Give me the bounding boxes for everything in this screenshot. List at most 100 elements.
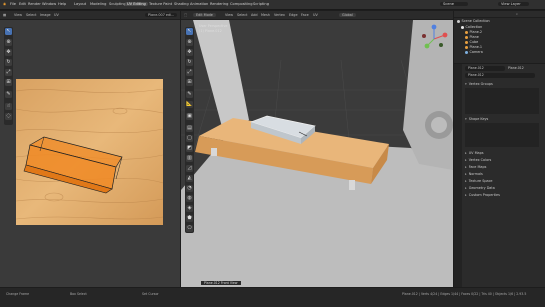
- panel-uv-maps[interactable]: ▸ UV Maps: [465, 150, 484, 156]
- outliner-header: ⌕: [454, 11, 545, 18]
- properties-data-field[interactable]: Plane.012: [508, 66, 542, 71]
- tab-uv-editing[interactable]: UV Editing: [125, 2, 148, 6]
- menu-render[interactable]: Render: [28, 2, 41, 6]
- transform-tool-icon[interactable]: ⊞: [186, 79, 193, 86]
- extrude-tool-icon[interactable]: ▤: [186, 125, 193, 132]
- uv-image-canvas[interactable]: [16, 79, 163, 225]
- scale-tool-icon[interactable]: ⤢: [5, 69, 12, 76]
- menu-file[interactable]: File: [10, 2, 16, 6]
- panel-texture-space[interactable]: ▸ Texture Space: [465, 178, 493, 184]
- menu-help[interactable]: Help: [58, 2, 66, 6]
- viewport-footer-label: Plane.012 Front View: [201, 281, 241, 285]
- loop-cut-tool-icon[interactable]: ▥: [186, 155, 193, 162]
- edge-slide-tool-icon[interactable]: ◈: [186, 205, 193, 212]
- annotate-tool-icon[interactable]: ✎: [186, 91, 193, 98]
- transform-orientation-selector[interactable]: Global: [339, 13, 356, 17]
- status-set-cursor: Set Cursor: [142, 292, 159, 296]
- uv-menu-image[interactable]: Image: [40, 13, 51, 17]
- select-box-tool-icon[interactable]: ↖: [186, 28, 193, 35]
- select-tool-icon[interactable]: ↖: [5, 28, 12, 35]
- navigation-gizmo[interactable]: [419, 24, 449, 54]
- panel-custom-properties[interactable]: ▸ Custom Properties: [465, 192, 500, 198]
- uv-editor: ▦ View Select Image UV Plane.007 edi... …: [0, 11, 180, 287]
- uv-editor-type-icon[interactable]: ▦: [3, 13, 6, 17]
- vp-menu-view[interactable]: View: [225, 13, 233, 17]
- properties-editor: Plane.012 Plane.012 Plane.012 ▾ Vertex Gr…: [454, 64, 545, 287]
- vp-menu-face[interactable]: Face: [301, 13, 309, 17]
- outliner-scene-collection[interactable]: Scene Collection: [457, 19, 545, 24]
- view-layer-selector[interactable]: View Layer: [498, 2, 529, 6]
- shrink-tool-icon[interactable]: ⬟: [186, 215, 193, 222]
- scene-selector[interactable]: Scene: [440, 2, 468, 6]
- vp-menu-vertex[interactable]: Vertex: [274, 13, 285, 17]
- panel-vertex-colors[interactable]: ▸ Vertex Colors: [465, 157, 491, 163]
- smooth-tool-icon[interactable]: ◍: [186, 195, 193, 202]
- properties-object-field[interactable]: Plane.012: [465, 66, 505, 71]
- properties-tab-column: [454, 64, 462, 287]
- viewport-overlay-title: User Perspective: [199, 24, 228, 28]
- panel-face-maps[interactable]: ▸ Face Maps: [465, 164, 486, 170]
- status-box-select: Box Select: [70, 292, 87, 296]
- tab-animation[interactable]: Animation: [188, 2, 210, 6]
- cursor-tool-icon[interactable]: ⊕: [186, 39, 193, 46]
- outliner-row[interactable]: Camera: [465, 50, 545, 55]
- uv-menu-view[interactable]: View: [14, 13, 22, 17]
- rotate-tool-icon[interactable]: ↻: [5, 59, 12, 66]
- scale-tool-icon[interactable]: ⤢: [186, 69, 193, 76]
- top-bar: ◉ File Edit Render Window Help Layout Mo…: [0, 0, 545, 10]
- bevel-tool-icon[interactable]: ◩: [186, 145, 193, 152]
- tab-rendering[interactable]: Rendering: [208, 2, 230, 6]
- blender-logo-icon[interactable]: ◉: [3, 2, 6, 6]
- measure-tool-icon[interactable]: 📐: [186, 101, 193, 108]
- panel-geometry-data[interactable]: ▸ Geometry Data: [465, 185, 495, 191]
- annotate-tool-icon[interactable]: ✎: [5, 91, 12, 98]
- vp-menu-select[interactable]: Select: [237, 13, 247, 17]
- viewport-scene: [181, 20, 453, 287]
- tab-layout[interactable]: Layout: [72, 2, 88, 6]
- viewport-toolbar: ↖ ⊕ ✥ ↻ ⤢ ⊞ ✎ 📐 ▣ ▤ ▢ ◩ ▥ ◿ ◭ ◔ ◍ ◈ ⬟ ⬠: [185, 27, 194, 233]
- knife-tool-icon[interactable]: ◿: [186, 165, 193, 172]
- shear-tool-icon[interactable]: ⬠: [186, 225, 193, 232]
- panel-vertex-groups[interactable]: ▾ Vertex Groups: [465, 81, 493, 87]
- 3d-viewport[interactable]: ⬚ Edit Mode View Select Add Mesh Vertex …: [181, 11, 453, 287]
- panel-shape-keys[interactable]: ▾ Shape Keys: [465, 116, 488, 122]
- rotate-tool-icon[interactable]: ↻: [186, 59, 193, 66]
- move-tool-icon[interactable]: ✥: [5, 49, 12, 56]
- uv-editor-header: ▦ View Select Image UV Plane.007 edi...: [0, 11, 180, 20]
- menu-window[interactable]: Window: [42, 2, 56, 6]
- vp-menu-mesh[interactable]: Mesh: [261, 13, 270, 17]
- status-change-frame: Change Frame: [6, 292, 30, 296]
- vertex-groups-list[interactable]: [465, 88, 539, 114]
- relax-tool-icon[interactable]: ◌: [5, 113, 12, 120]
- vp-menu-edge[interactable]: Edge: [289, 13, 298, 17]
- viewport-overlay-object: (1) Plane.012: [199, 29, 222, 33]
- shape-keys-list[interactable]: [465, 123, 539, 147]
- tab-modeling[interactable]: Modeling: [88, 2, 108, 6]
- cursor-tool-icon[interactable]: ⊕: [5, 39, 12, 46]
- menu-edit[interactable]: Edit: [19, 2, 26, 6]
- outliner-search-icon[interactable]: ⌕: [516, 12, 518, 16]
- mode-selector[interactable]: Edit Mode: [193, 13, 216, 17]
- transform-tool-icon[interactable]: ⊞: [5, 79, 12, 86]
- move-tool-icon[interactable]: ✥: [186, 49, 193, 56]
- uv-toolbar: ↖ ⊕ ✥ ↻ ⤢ ⊞ ✎ ☝ ◌: [4, 27, 13, 125]
- uv-menu-uv[interactable]: UV: [54, 13, 59, 17]
- vp-menu-uv[interactable]: UV: [313, 13, 318, 17]
- add-cube-tool-icon[interactable]: ▣: [186, 113, 193, 120]
- inset-tool-icon[interactable]: ▢: [186, 135, 193, 142]
- status-stats: Plane.012 | Verts 4/24 | Edges 1/44 | Fa…: [402, 292, 527, 296]
- panel-normals[interactable]: ▸ Normals: [465, 171, 483, 177]
- poly-build-tool-icon[interactable]: ◭: [186, 175, 193, 182]
- image-name-field[interactable]: Plane.007 edi...: [145, 13, 178, 17]
- uv-menu-select[interactable]: Select: [26, 13, 36, 17]
- outliner: ⌕ Scene Collection Collection Plane.2 Pl…: [454, 11, 545, 63]
- editor-type-icon[interactable]: ⬚: [184, 13, 187, 17]
- mesh-name-field[interactable]: Plane.012: [465, 73, 535, 78]
- grab-tool-icon[interactable]: ☝: [5, 103, 12, 110]
- tab-scripting[interactable]: Scripting: [251, 2, 271, 6]
- spin-tool-icon[interactable]: ◔: [186, 185, 193, 192]
- vp-menu-add[interactable]: Add: [251, 13, 258, 17]
- viewport-header: ⬚ Edit Mode View Select Add Mesh Vertex …: [181, 11, 453, 20]
- tab-texture-paint[interactable]: Texture Paint: [147, 2, 174, 6]
- status-bar: Change Frame Box Select Set Cursor Plane…: [0, 288, 545, 307]
